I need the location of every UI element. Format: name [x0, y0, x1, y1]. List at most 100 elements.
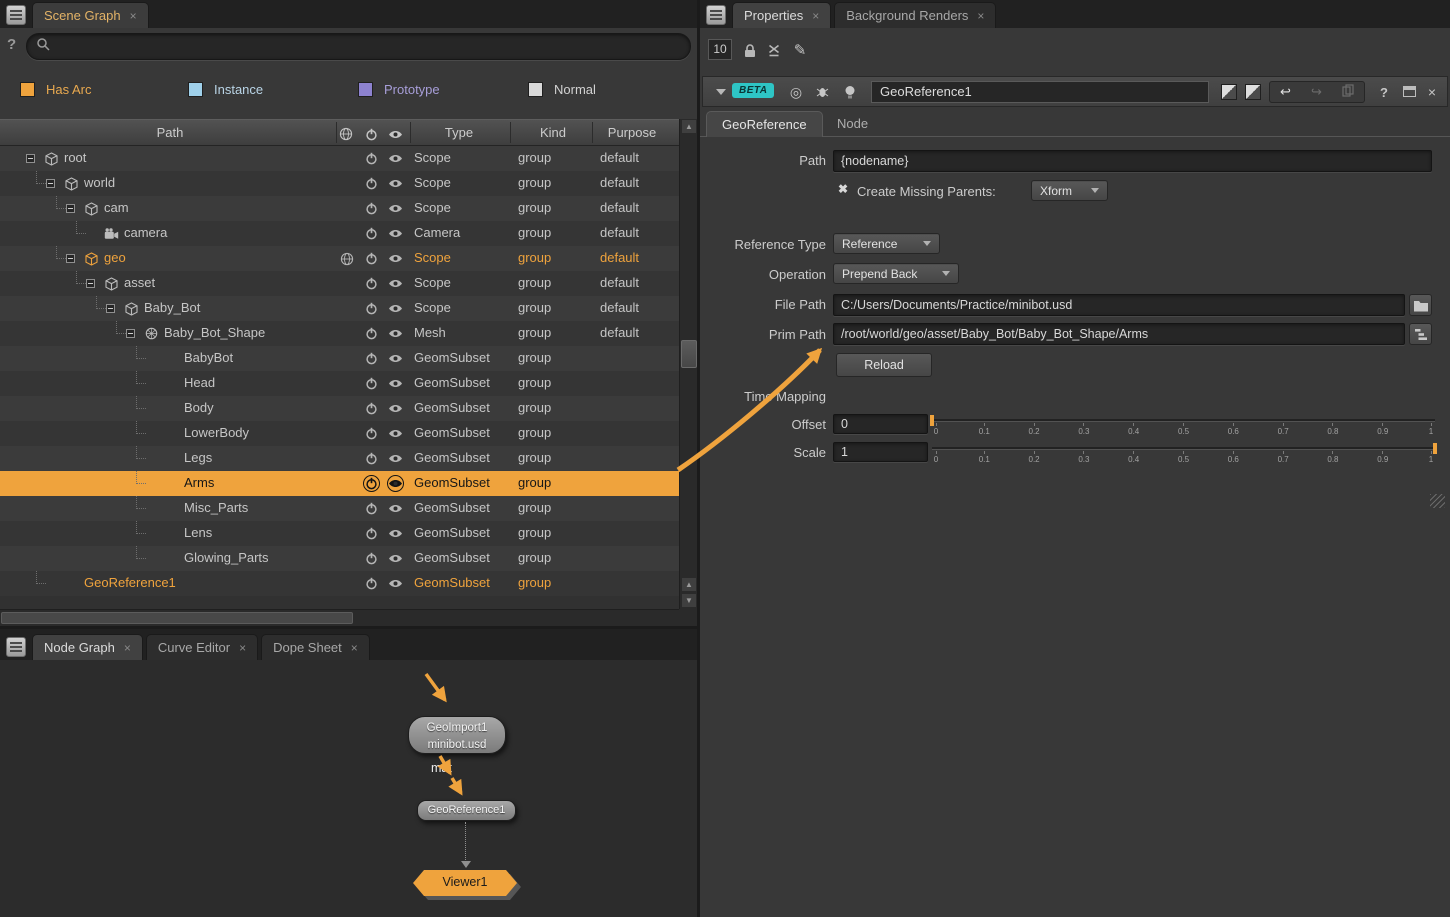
scroll-up-button[interactable]: ▲ [681, 577, 697, 592]
offset-field[interactable]: 0 [833, 414, 928, 434]
close-icon[interactable]: × [239, 641, 246, 655]
eye-icon[interactable] [387, 150, 404, 167]
reference-type-dropdown[interactable]: Reference [833, 233, 940, 254]
power-icon[interactable] [363, 375, 380, 392]
lightbulb-icon[interactable] [841, 83, 859, 101]
tab-curve-editor[interactable]: Curve Editor × [146, 634, 258, 660]
eye-icon[interactable] [387, 525, 404, 542]
expander-icon[interactable] [126, 329, 135, 338]
power-icon[interactable] [363, 500, 380, 517]
tree-row-LowerBody[interactable]: LowerBodyGeomSubsetgroup [0, 421, 679, 446]
power-icon[interactable] [363, 575, 380, 592]
eye-icon[interactable] [387, 225, 404, 242]
tree-row-Head[interactable]: HeadGeomSubsetgroup [0, 371, 679, 396]
bug-icon[interactable] [813, 83, 831, 101]
column-kind[interactable]: Kind [518, 125, 588, 140]
search-input[interactable] [26, 33, 691, 60]
column-purpose[interactable]: Purpose [592, 125, 672, 140]
tree-row-Body[interactable]: BodyGeomSubsetgroup [0, 396, 679, 421]
vertical-scrollbar[interactable]: ▲ ▲ ▼ [679, 119, 697, 609]
close-icon[interactable]: × [124, 641, 131, 655]
scrollbar-thumb[interactable] [1, 612, 353, 624]
expander-icon[interactable] [86, 279, 95, 288]
close-icon[interactable]: × [351, 641, 358, 655]
node-viewer1[interactable]: Viewer1 [413, 870, 517, 896]
tree-row-asset[interactable]: assetScopegroupdefault [0, 271, 679, 296]
prim-path-field[interactable]: /root/world/geo/asset/Baby_Bot/Baby_Bot_… [833, 323, 1405, 345]
split-square-icon[interactable] [1245, 84, 1261, 100]
chevron-down-icon[interactable] [716, 89, 726, 95]
redo-icon[interactable]: ↪ [1311, 84, 1322, 100]
tree-row-Lens[interactable]: LensGeomSubsetgroup [0, 521, 679, 546]
tree-row-Arms[interactable]: ArmsGeomSubsetgroup [0, 471, 679, 496]
undo-icon[interactable]: ↩ [1280, 84, 1291, 100]
scenegraph-picker-button[interactable] [1409, 323, 1432, 345]
power-icon[interactable] [363, 300, 380, 317]
node-name-field[interactable]: GeoReference1 [871, 81, 1209, 103]
xform-dropdown[interactable]: Xform [1031, 180, 1108, 201]
help-icon[interactable]: ? [7, 36, 16, 53]
eye-icon[interactable] [387, 450, 404, 467]
power-icon[interactable] [363, 350, 380, 367]
slider-track[interactable] [932, 419, 1435, 422]
close-icon[interactable]: × [977, 9, 984, 23]
tree-row-camera[interactable]: cameraCameragroupdefault [0, 221, 679, 246]
scroll-down-button[interactable]: ▼ [681, 593, 697, 608]
expander-icon[interactable] [66, 254, 75, 263]
node-geoimport1[interactable]: GeoImport1 minibot.usd [408, 716, 506, 754]
power-icon[interactable] [363, 175, 380, 192]
split-square-icon[interactable] [1221, 84, 1237, 100]
float-window-icon[interactable] [1403, 86, 1416, 97]
path-field[interactable]: {nodename} [833, 150, 1432, 172]
eye-icon[interactable] [387, 275, 404, 292]
tree-row-geo[interactable]: geoScopegroupdefault [0, 246, 679, 271]
expander-icon[interactable] [46, 179, 55, 188]
eye-icon[interactable] [387, 325, 404, 342]
resize-grip[interactable] [1430, 494, 1445, 508]
operation-dropdown[interactable]: Prepend Back [833, 263, 959, 284]
scale-field[interactable]: 1 [833, 442, 928, 462]
expander-icon[interactable] [26, 154, 35, 163]
max-panels-field[interactable]: 10 [708, 39, 732, 60]
tree-row-Glowing_Parts[interactable]: Glowing_PartsGeomSubsetgroup [0, 546, 679, 571]
file-path-field[interactable]: C:/Users/Documents/Practice/minibot.usd [833, 294, 1405, 316]
tab-dope-sheet[interactable]: Dope Sheet × [261, 634, 370, 660]
eye-icon[interactable] [387, 500, 404, 517]
eye-icon[interactable] [387, 400, 404, 417]
tab-node[interactable]: Node [822, 111, 883, 137]
eye-icon[interactable] [387, 575, 404, 592]
help-icon[interactable]: ? [1375, 83, 1393, 101]
globe-icon[interactable] [338, 250, 355, 267]
globe-icon[interactable] [338, 126, 354, 142]
horizontal-scrollbar[interactable] [0, 609, 679, 626]
slider-track[interactable] [932, 447, 1435, 450]
reload-button[interactable]: Reload [836, 353, 932, 377]
eye-icon[interactable] [387, 200, 404, 217]
browse-folder-button[interactable] [1409, 294, 1432, 316]
scrollbar-thumb[interactable] [681, 340, 697, 368]
power-icon[interactable] [363, 450, 380, 467]
tree-row-root[interactable]: rootScopegroupdefault [0, 146, 679, 171]
scroll-up-button[interactable]: ▲ [681, 119, 697, 134]
tree-row-BabyBot[interactable]: BabyBotGeomSubsetgroup [0, 346, 679, 371]
eye-icon[interactable] [387, 250, 404, 267]
power-icon[interactable] [363, 225, 380, 242]
expander-icon[interactable] [106, 304, 115, 313]
close-icon[interactable]: × [812, 9, 819, 23]
tab-georeference[interactable]: GeoReference [706, 111, 823, 137]
power-icon[interactable] [363, 400, 380, 417]
tree-row-Misc_Parts[interactable]: Misc_PartsGeomSubsetgroup [0, 496, 679, 521]
pane-menu-icon[interactable] [706, 5, 726, 25]
column-path[interactable]: Path [0, 125, 340, 140]
power-icon[interactable] [363, 325, 380, 342]
eye-icon[interactable] [387, 425, 404, 442]
pencil-icon[interactable]: ✎ [790, 40, 810, 60]
eye-icon[interactable] [387, 475, 404, 492]
tab-properties[interactable]: Properties × [732, 2, 831, 28]
pane-menu-icon[interactable] [6, 5, 26, 25]
tab-background-renders[interactable]: Background Renders × [834, 2, 996, 28]
eye-icon[interactable] [387, 126, 403, 142]
column-type[interactable]: Type [414, 125, 504, 140]
tab-node-graph[interactable]: Node Graph × [32, 634, 143, 660]
expander-icon[interactable] [66, 204, 75, 213]
